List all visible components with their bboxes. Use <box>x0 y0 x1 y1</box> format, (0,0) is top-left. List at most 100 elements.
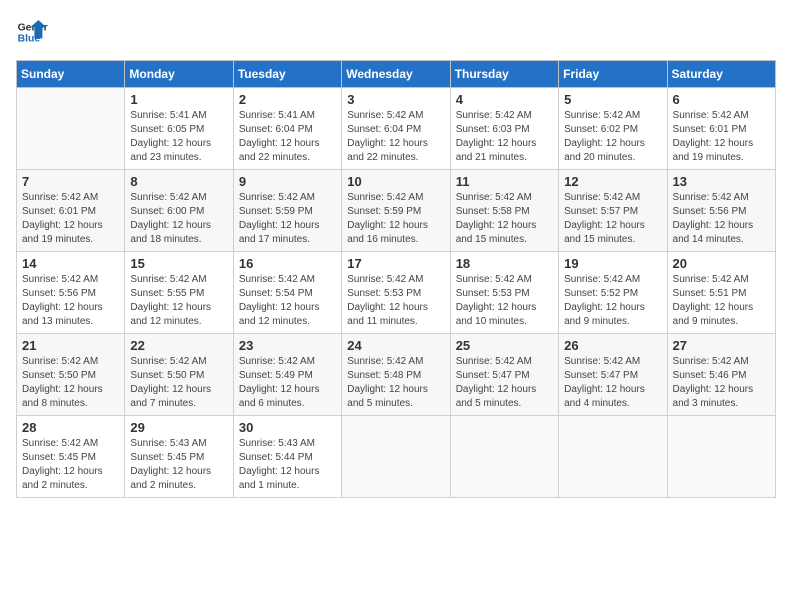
day-number: 7 <box>22 174 119 189</box>
calendar-cell: 21Sunrise: 5:42 AMSunset: 5:50 PMDayligh… <box>17 334 125 416</box>
day-number: 19 <box>564 256 661 271</box>
calendar-week-3: 14Sunrise: 5:42 AMSunset: 5:56 PMDayligh… <box>17 252 776 334</box>
calendar-cell: 23 Sunrise: 5:42 AMSunset: 5:49 PMDayligh… <box>233 334 341 416</box>
day-info: Sunrise: 5:42 AMSunset: 6:03 PMDaylight:… <box>456 109 553 165</box>
day-number: 1 <box>130 92 227 107</box>
day-info: Sunrise: 5:41 AMSunset: 6:05 PMDaylight:… <box>130 109 227 165</box>
calendar-week-1: 1 Sunrise: 5:41 AMSunset: 6:05 PMDaylight… <box>17 88 776 170</box>
day-number: 14 <box>22 256 119 271</box>
day-info: Sunrise: 5:42 AMSunset: 5:57 PMDaylight:… <box>564 191 661 247</box>
calendar-cell: 16Sunrise: 5:42 AMSunset: 5:54 PMDayligh… <box>233 252 341 334</box>
day-number: 6 <box>673 92 770 107</box>
day-info: Sunrise: 5:42 AMSunset: 5:46 PMDaylight:… <box>673 355 770 411</box>
day-info: Sunrise: 5:42 AMSunset: 6:01 PMDaylight:… <box>673 109 770 165</box>
header-day-tuesday: Tuesday <box>233 61 341 88</box>
calendar-cell: 9 Sunrise: 5:42 AMSunset: 5:59 PMDaylight… <box>233 170 341 252</box>
calendar-cell: 6 Sunrise: 5:42 AMSunset: 6:01 PMDaylight… <box>667 88 775 170</box>
day-number: 17 <box>347 256 444 271</box>
calendar-cell: 8 Sunrise: 5:42 AMSunset: 6:00 PMDaylight… <box>125 170 233 252</box>
day-number: 22 <box>130 338 227 353</box>
calendar-cell: 19 Sunrise: 5:42 AMSunset: 5:52 PMDayligh… <box>559 252 667 334</box>
calendar-cell: 17 Sunrise: 5:42 AMSunset: 5:53 PMDayligh… <box>342 252 450 334</box>
day-info: Sunrise: 5:42 AMSunset: 6:02 PMDaylight:… <box>564 109 661 165</box>
day-number: 13 <box>673 174 770 189</box>
day-number: 15 <box>130 256 227 271</box>
calendar-cell: 13 Sunrise: 5:42 AMSunset: 5:56 PMDayligh… <box>667 170 775 252</box>
day-info: Sunrise: 5:42 AMSunset: 5:59 PMDaylight:… <box>347 191 444 247</box>
calendar-cell: 28 Sunrise: 5:42 AMSunset: 5:45 PMDayligh… <box>17 416 125 498</box>
day-number: 24 <box>347 338 444 353</box>
calendar-cell: 5 Sunrise: 5:42 AMSunset: 6:02 PMDaylight… <box>559 88 667 170</box>
calendar-cell: 11 Sunrise: 5:42 AMSunset: 5:58 PMDayligh… <box>450 170 558 252</box>
day-number: 25 <box>456 338 553 353</box>
calendar-cell: 18Sunrise: 5:42 AMSunset: 5:53 PMDayligh… <box>450 252 558 334</box>
day-info: Sunrise: 5:42 AMSunset: 5:47 PMDaylight:… <box>456 355 553 411</box>
day-info: Sunrise: 5:42 AMSunset: 5:48 PMDaylight:… <box>347 355 444 411</box>
calendar-cell: 15 Sunrise: 5:42 AMSunset: 5:55 PMDayligh… <box>125 252 233 334</box>
day-number: 26 <box>564 338 661 353</box>
day-info: Sunrise: 5:41 AMSunset: 6:04 PMDaylight:… <box>239 109 336 165</box>
calendar-cell: 2 Sunrise: 5:41 AMSunset: 6:04 PMDaylight… <box>233 88 341 170</box>
day-number: 27 <box>673 338 770 353</box>
day-number: 20 <box>673 256 770 271</box>
calendar-week-4: 21Sunrise: 5:42 AMSunset: 5:50 PMDayligh… <box>17 334 776 416</box>
calendar-week-5: 28 Sunrise: 5:42 AMSunset: 5:45 PMDayligh… <box>17 416 776 498</box>
calendar-cell: 10 Sunrise: 5:42 AMSunset: 5:59 PMDayligh… <box>342 170 450 252</box>
calendar-cell: 24 Sunrise: 5:42 AMSunset: 5:48 PMDayligh… <box>342 334 450 416</box>
calendar-cell: 29Sunrise: 5:43 AMSunset: 5:45 PMDayligh… <box>125 416 233 498</box>
calendar-cell: 12 Sunrise: 5:42 AMSunset: 5:57 PMDayligh… <box>559 170 667 252</box>
header-day-sunday: Sunday <box>17 61 125 88</box>
day-number: 10 <box>347 174 444 189</box>
day-info: Sunrise: 5:42 AMSunset: 5:59 PMDaylight:… <box>239 191 336 247</box>
day-number: 11 <box>456 174 553 189</box>
day-number: 5 <box>564 92 661 107</box>
header-day-wednesday: Wednesday <box>342 61 450 88</box>
day-number: 12 <box>564 174 661 189</box>
day-number: 2 <box>239 92 336 107</box>
calendar-cell: 22 Sunrise: 5:42 AMSunset: 5:50 PMDayligh… <box>125 334 233 416</box>
day-info: Sunrise: 5:42 AMSunset: 5:55 PMDaylight:… <box>130 273 227 329</box>
header-day-saturday: Saturday <box>667 61 775 88</box>
day-number: 3 <box>347 92 444 107</box>
day-info: Sunrise: 5:42 AMSunset: 5:58 PMDaylight:… <box>456 191 553 247</box>
header-day-monday: Monday <box>125 61 233 88</box>
calendar-cell: 3 Sunrise: 5:42 AMSunset: 6:04 PMDaylight… <box>342 88 450 170</box>
day-info: Sunrise: 5:42 AMSunset: 6:01 PMDaylight:… <box>22 191 119 247</box>
header-day-thursday: Thursday <box>450 61 558 88</box>
calendar-header-row: SundayMondayTuesdayWednesdayThursdayFrid… <box>17 61 776 88</box>
logo: General Blue <box>16 16 48 48</box>
day-info: Sunrise: 5:42 AMSunset: 5:50 PMDaylight:… <box>130 355 227 411</box>
calendar-cell: 20Sunrise: 5:42 AMSunset: 5:51 PMDayligh… <box>667 252 775 334</box>
calendar-cell: 4Sunrise: 5:42 AMSunset: 6:03 PMDaylight… <box>450 88 558 170</box>
day-number: 8 <box>130 174 227 189</box>
day-info: Sunrise: 5:42 AMSunset: 5:45 PMDaylight:… <box>22 437 119 493</box>
day-number: 23 <box>239 338 336 353</box>
calendar-cell: 7 Sunrise: 5:42 AMSunset: 6:01 PMDaylight… <box>17 170 125 252</box>
calendar-cell <box>342 416 450 498</box>
calendar-cell <box>450 416 558 498</box>
day-info: Sunrise: 5:42 AMSunset: 5:50 PMDaylight:… <box>22 355 119 411</box>
day-info: Sunrise: 5:42 AMSunset: 5:53 PMDaylight:… <box>347 273 444 329</box>
day-number: 29 <box>130 420 227 435</box>
day-number: 30 <box>239 420 336 435</box>
day-info: Sunrise: 5:42 AMSunset: 5:47 PMDaylight:… <box>564 355 661 411</box>
calendar-cell: 25 Sunrise: 5:42 AMSunset: 5:47 PMDayligh… <box>450 334 558 416</box>
calendar-table: SundayMondayTuesdayWednesdayThursdayFrid… <box>16 60 776 498</box>
day-info: Sunrise: 5:42 AMSunset: 5:53 PMDaylight:… <box>456 273 553 329</box>
calendar-week-2: 7 Sunrise: 5:42 AMSunset: 6:01 PMDaylight… <box>17 170 776 252</box>
day-number: 9 <box>239 174 336 189</box>
day-number: 16 <box>239 256 336 271</box>
calendar-cell <box>667 416 775 498</box>
calendar-cell: 1 Sunrise: 5:41 AMSunset: 6:05 PMDaylight… <box>125 88 233 170</box>
day-number: 28 <box>22 420 119 435</box>
day-info: Sunrise: 5:42 AMSunset: 6:00 PMDaylight:… <box>130 191 227 247</box>
header-day-friday: Friday <box>559 61 667 88</box>
day-info: Sunrise: 5:42 AMSunset: 5:49 PMDaylight:… <box>239 355 336 411</box>
calendar-cell: 30Sunrise: 5:43 AMSunset: 5:44 PMDayligh… <box>233 416 341 498</box>
calendar-cell <box>17 88 125 170</box>
day-info: Sunrise: 5:42 AMSunset: 6:04 PMDaylight:… <box>347 109 444 165</box>
svg-text:General: General <box>18 22 48 33</box>
day-info: Sunrise: 5:42 AMSunset: 5:56 PMDaylight:… <box>673 191 770 247</box>
day-info: Sunrise: 5:42 AMSunset: 5:52 PMDaylight:… <box>564 273 661 329</box>
calendar-cell: 27 Sunrise: 5:42 AMSunset: 5:46 PMDayligh… <box>667 334 775 416</box>
